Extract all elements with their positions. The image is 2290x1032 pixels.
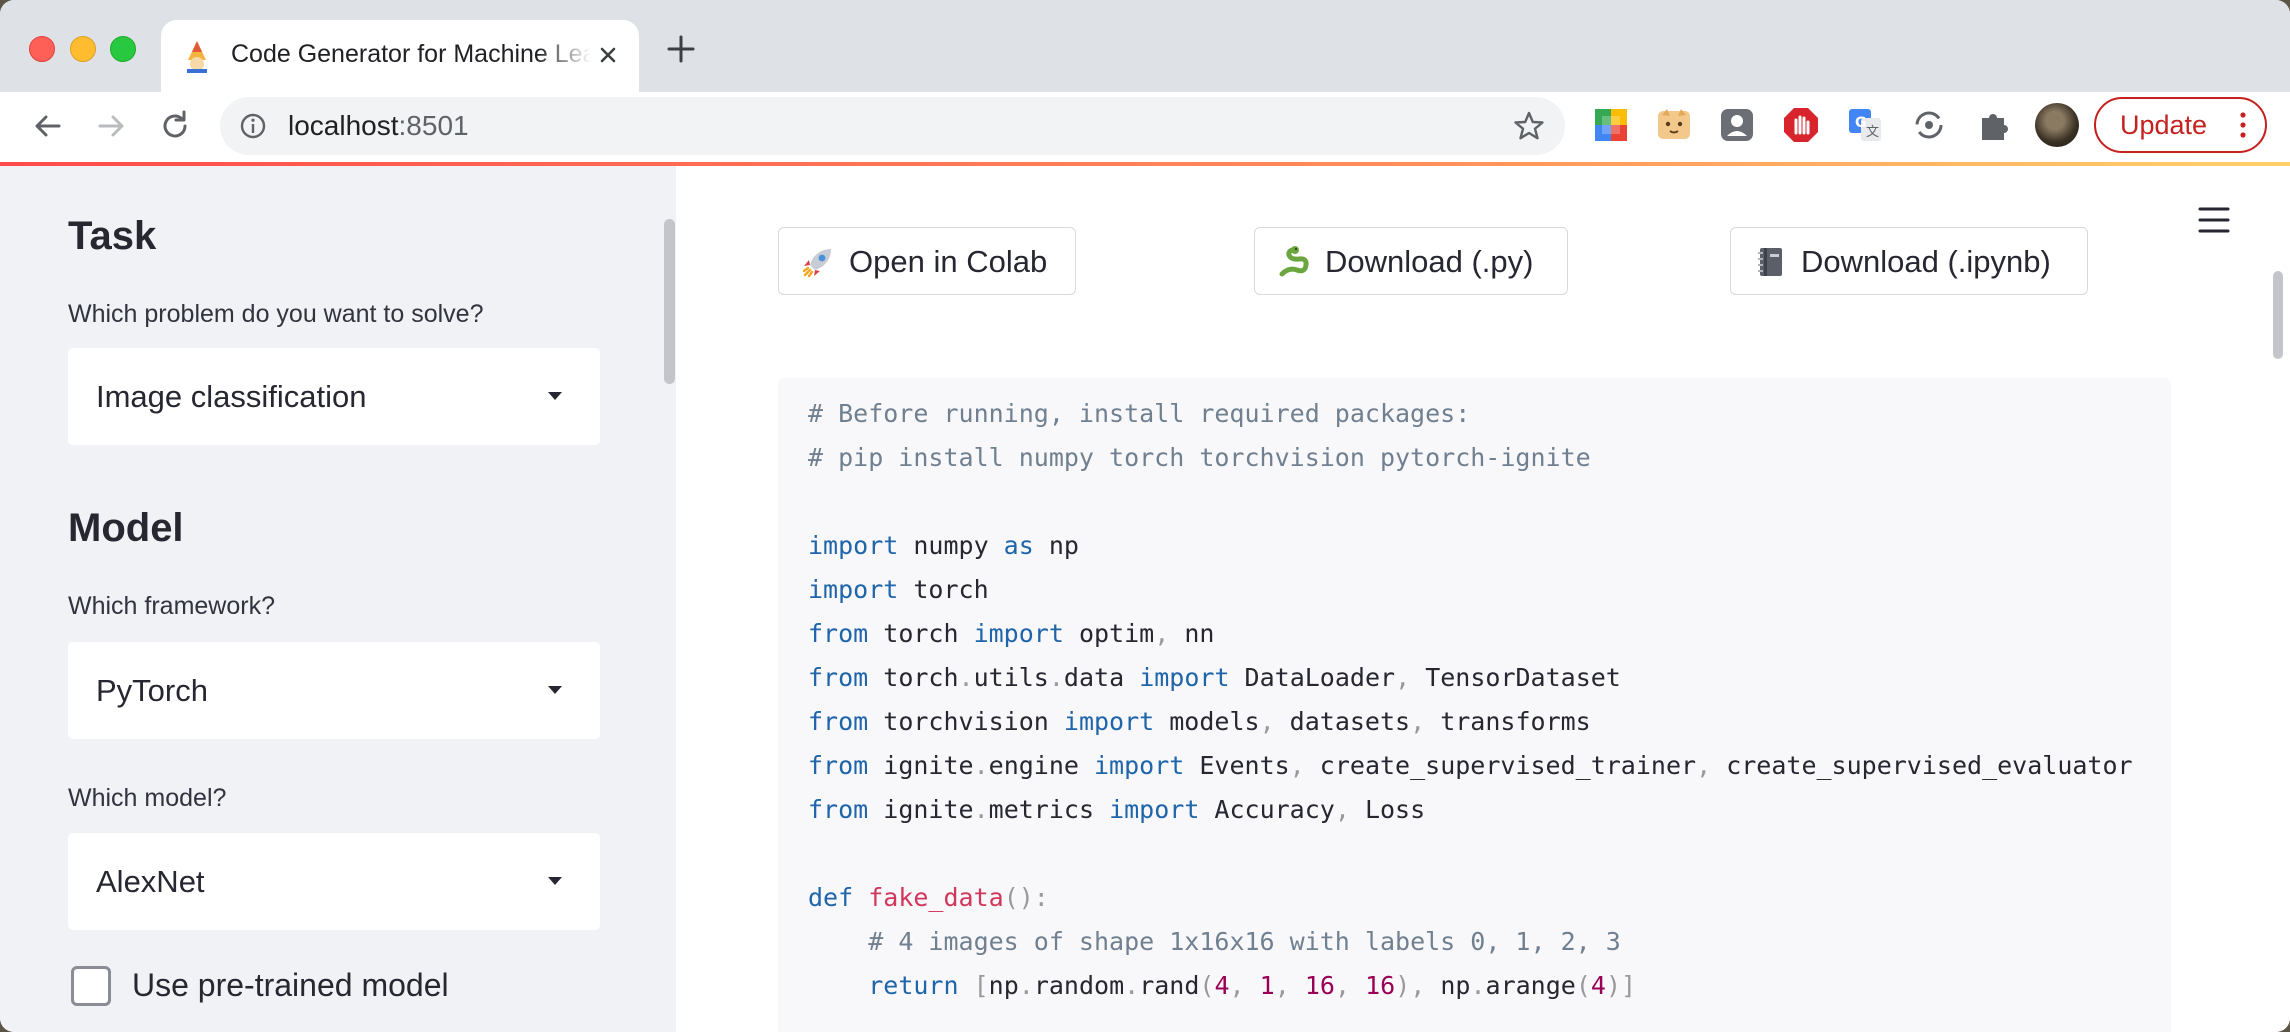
tab-title: Code Generator for Machine Learning [231,40,591,68]
open-in-colab-button[interactable]: Open in Colab [778,227,1076,295]
sidebar-scrollbar[interactable] [664,219,675,384]
chevron-down-icon [548,686,562,694]
task-select[interactable]: Image classification [68,348,600,445]
update-label: Update [2120,110,2208,140]
download-py-button[interactable]: Download (.py) [1254,227,1568,295]
download-ipynb-label: Download (.ipynb) [1801,244,2051,279]
profile-avatar[interactable] [2035,103,2079,147]
model-select-value: AlexNet [96,864,205,899]
rocket-icon [802,249,831,278]
extensions-puzzle-icon[interactable] [1974,106,2012,144]
back-icon[interactable] [30,108,66,144]
extension-sync-icon[interactable] [1910,106,1948,144]
svg-text:G: G [1855,115,1867,131]
url-text: localhost:8501 [288,110,469,142]
code-block[interactable]: # Before running, install required packa… [778,378,2171,1032]
update-button[interactable]: Update [2094,97,2267,153]
download-ipynb-button[interactable]: Download (.ipynb) [1730,227,2088,295]
task-select-value: Image classification [96,379,367,414]
code-comment: # 4 images of shape 1x16x16 with labels … [868,927,1621,956]
hamburger-menu-icon[interactable] [2198,206,2230,234]
menu-dots-icon[interactable] [2238,110,2248,140]
pretrained-checkbox-label[interactable]: Use pre-trained model [132,967,449,1004]
framework-select[interactable]: PyTorch [68,642,600,739]
chevron-down-icon [548,392,562,400]
tab-strip: Code Generator for Machine Learning [0,0,2290,92]
bookmark-star-icon[interactable] [1512,109,1546,143]
code-comment: # pip install numpy torch torchvision py… [808,443,1591,472]
task-question-label: Which problem do you want to solve? [68,300,484,328]
main-content: Open in Colab Download (.py) Download (.… [676,166,2290,1032]
url-port: :8501 [398,110,469,141]
new-tab-icon[interactable] [664,32,698,66]
notebook-icon [1758,248,1782,276]
framework-select-value: PyTorch [96,673,208,708]
site-info-icon[interactable] [238,111,268,141]
extension-google-translate-icon[interactable]: G 文 [1846,106,1884,144]
task-heading: Task [68,214,157,258]
browser-toolbar: localhost:8501 G 文 Update [0,92,2290,162]
close-tab-icon[interactable] [593,40,623,70]
url-host: localhost [288,110,399,141]
reload-icon[interactable] [157,108,193,144]
pretrained-checkbox[interactable] [71,966,111,1006]
main-scrollbar[interactable] [2273,271,2283,359]
code-text: # Before running, install required packa… [808,399,2133,1000]
browser-window: Code Generator for Machine Learning [0,0,2290,1032]
maximize-window-button[interactable] [110,36,136,62]
extension-keeper-icon[interactable] [1718,106,1756,144]
svg-text:文: 文 [1866,125,1879,140]
model-select[interactable]: AlexNet [68,833,600,930]
code-function-name: fake_data [868,883,1004,912]
close-window-button[interactable] [29,36,55,62]
forward-icon[interactable] [93,108,129,144]
extension-google-keep-icon[interactable] [1592,106,1630,144]
extension-adblock-icon[interactable] [1782,106,1820,144]
minimize-window-button[interactable] [70,36,96,62]
framework-question-label: Which framework? [68,592,275,620]
snake-icon [1279,246,1309,277]
model-heading: Model [68,506,184,550]
sidebar: Task Which problem do you want to solve?… [0,166,676,1032]
open-in-colab-label: Open in Colab [849,244,1048,279]
favicon-icon [187,41,207,73]
model-question-label: Which model? [68,784,227,812]
download-py-label: Download (.py) [1325,244,1534,279]
address-bar[interactable]: localhost:8501 [220,97,1565,155]
code-comment: # Before running, install required packa… [808,399,1471,428]
browser-tab[interactable]: Code Generator for Machine Learning [161,20,639,92]
extension-cat-icon[interactable] [1655,106,1693,144]
chevron-down-icon [548,877,562,885]
